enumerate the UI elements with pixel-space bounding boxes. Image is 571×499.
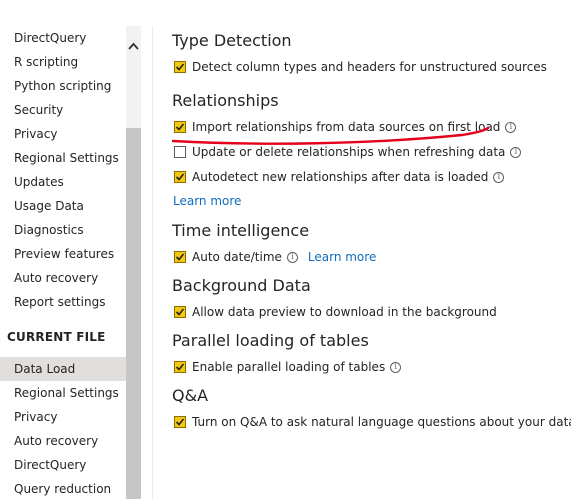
relationships-heading: Relationships — [172, 91, 279, 110]
detect-types-option[interactable]: Detect column types and headers for unst… — [174, 59, 547, 75]
nav-item-file-directquery[interactable]: DirectQuery — [0, 453, 126, 477]
parallel-loading-heading: Parallel loading of tables — [172, 331, 369, 350]
update-delete-relationships-option[interactable]: Update or delete relationships when refr… — [174, 144, 522, 160]
nav-item-privacy[interactable]: Privacy — [0, 122, 126, 146]
background-data-heading: Background Data — [172, 276, 311, 295]
nav-scrollbar[interactable] — [126, 26, 141, 499]
current-file-heading: CURRENT FILE — [7, 330, 106, 344]
nav-item-file-regional-settings[interactable]: Regional Settings — [0, 381, 126, 405]
checkmark-icon — [175, 63, 185, 71]
current-file-nav-list: Data Load Regional Settings Privacy Auto… — [0, 357, 126, 499]
import-relationships-checkbox[interactable] — [174, 121, 186, 133]
update-delete-relationships-checkbox[interactable] — [174, 146, 186, 158]
nav-item-r-scripting[interactable]: R scripting — [0, 50, 126, 74]
info-icon[interactable]: i — [505, 121, 517, 133]
detect-types-label: Detect column types and headers for unst… — [192, 60, 547, 74]
checkmark-icon — [175, 123, 185, 131]
nav-item-security[interactable]: Security — [0, 98, 126, 122]
data-load-settings: Type Detection Detect column types and h… — [172, 0, 571, 499]
autodetect-relationships-option[interactable]: Autodetect new relationships after data … — [174, 169, 505, 185]
background-preview-label: Allow data preview to download in the ba… — [192, 305, 497, 319]
background-preview-option[interactable]: Allow data preview to download in the ba… — [174, 304, 497, 320]
nav-item-file-auto-recovery[interactable]: Auto recovery — [0, 429, 126, 453]
scroll-thumb[interactable] — [126, 128, 141, 499]
info-icon[interactable]: i — [390, 361, 402, 373]
pane-divider — [152, 26, 153, 499]
global-nav-list: DirectQuery R scripting Python scripting… — [0, 26, 126, 314]
nav-item-usage-data[interactable]: Usage Data — [0, 194, 126, 218]
background-preview-checkbox[interactable] — [174, 306, 186, 318]
time-intelligence-learn-more-link[interactable]: Learn more — [308, 250, 376, 264]
qa-checkbox[interactable] — [174, 416, 186, 428]
info-icon[interactable]: i — [493, 171, 505, 183]
checkmark-icon — [175, 418, 185, 426]
nav-item-file-privacy[interactable]: Privacy — [0, 405, 126, 429]
qa-label: Turn on Q&A to ask natural language ques… — [192, 415, 571, 429]
nav-item-python-scripting[interactable]: Python scripting — [0, 74, 126, 98]
checkmark-icon — [175, 308, 185, 316]
auto-date-time-option[interactable]: Auto date/time i Learn more — [174, 249, 376, 265]
checkmark-icon — [175, 173, 185, 181]
options-nav: DirectQuery R scripting Python scripting… — [0, 0, 126, 499]
import-relationships-label: Import relationships from data sources o… — [192, 120, 501, 134]
detect-types-checkbox[interactable] — [174, 61, 186, 73]
nav-item-directquery[interactable]: DirectQuery — [0, 26, 126, 50]
parallel-loading-label: Enable parallel loading of tables — [192, 360, 386, 374]
autodetect-relationships-checkbox[interactable] — [174, 171, 186, 183]
qa-heading: Q&A — [172, 386, 209, 405]
auto-date-time-checkbox[interactable] — [174, 251, 186, 263]
autodetect-relationships-label: Autodetect new relationships after data … — [192, 170, 489, 184]
nav-item-query-reduction[interactable]: Query reduction — [0, 477, 126, 499]
nav-item-updates[interactable]: Updates — [0, 170, 126, 194]
nav-item-auto-recovery[interactable]: Auto recovery — [0, 266, 126, 290]
info-icon[interactable]: i — [286, 251, 298, 263]
chevron-up-icon — [128, 42, 139, 50]
checkmark-icon — [175, 363, 185, 371]
nav-item-report-settings[interactable]: Report settings — [0, 290, 126, 314]
nav-item-regional-settings[interactable]: Regional Settings — [0, 146, 126, 170]
scroll-up-button[interactable] — [126, 38, 141, 54]
time-intelligence-heading: Time intelligence — [172, 221, 310, 240]
qa-option[interactable]: Turn on Q&A to ask natural language ques… — [174, 414, 571, 430]
info-icon[interactable]: i — [510, 146, 522, 158]
relationships-learn-more-link[interactable]: Learn more — [173, 194, 241, 208]
nav-item-diagnostics[interactable]: Diagnostics — [0, 218, 126, 242]
parallel-loading-checkbox[interactable] — [174, 361, 186, 373]
red-underline-annotation — [172, 126, 490, 145]
nav-item-preview-features[interactable]: Preview features — [0, 242, 126, 266]
options-dialog: DirectQuery R scripting Python scripting… — [0, 0, 571, 499]
import-relationships-option[interactable]: Import relationships from data sources o… — [174, 119, 517, 135]
auto-date-time-label: Auto date/time — [192, 250, 282, 264]
type-detection-heading: Type Detection — [172, 31, 292, 50]
nav-item-data-load[interactable]: Data Load — [0, 357, 126, 381]
parallel-loading-option[interactable]: Enable parallel loading of tables i — [174, 359, 402, 375]
update-delete-relationships-label: Update or delete relationships when refr… — [192, 145, 506, 159]
checkmark-icon — [175, 253, 185, 261]
